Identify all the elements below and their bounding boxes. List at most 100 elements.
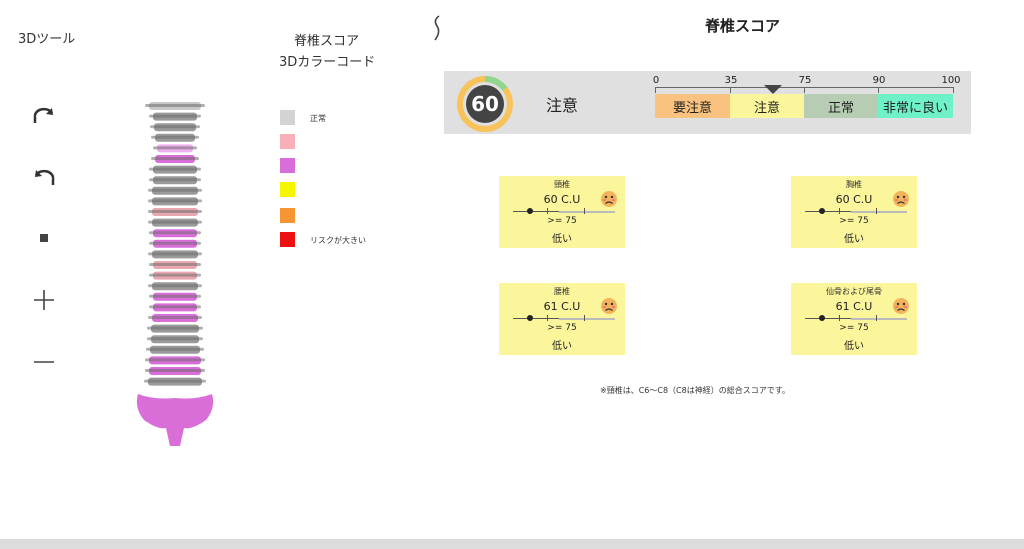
- vertebra-process: [149, 273, 201, 277]
- card-scale-mark: [876, 208, 877, 214]
- vertebra-process: [147, 337, 203, 341]
- swatch-red: [280, 232, 295, 247]
- card-scale-marker: [527, 315, 533, 321]
- swatch-yellow: [280, 182, 295, 197]
- card-scale-marker: [527, 208, 533, 214]
- card-threshold: >= 75: [547, 323, 577, 333]
- vertebra-process: [151, 157, 199, 160]
- card-scale-mark: [584, 208, 585, 214]
- panel-toggle-icon[interactable]: [430, 14, 444, 42]
- scale-mark: [730, 87, 731, 93]
- card-title: 胸椎: [846, 180, 862, 189]
- card-cervical[interactable]: 頸椎 60 C.U >= 75 低い: [499, 176, 625, 248]
- vertebra-process: [150, 125, 200, 129]
- bottom-toolbar: [0, 539, 1024, 549]
- vertebra-process: [148, 316, 202, 319]
- card-threshold: >= 75: [547, 216, 577, 226]
- card-lumbar[interactable]: 腰椎 61 C.U >= 75 低い: [499, 283, 625, 355]
- card-scale-mark: [876, 315, 877, 321]
- rotate-left-button[interactable]: [28, 164, 60, 192]
- card-level: 低い: [552, 234, 572, 245]
- card-scale-marker: [819, 208, 825, 214]
- scale-tick-75: 75: [798, 75, 812, 86]
- scale-tick-35: 35: [724, 75, 738, 86]
- swatch-pink: [280, 134, 295, 149]
- scale-tick-100: 100: [941, 75, 961, 86]
- vertebra-process: [146, 347, 204, 351]
- card-thoracic[interactable]: 胸椎 60 C.U >= 75 低い: [791, 176, 917, 248]
- scale-mark: [878, 87, 879, 93]
- card-level: 低い: [844, 234, 864, 245]
- vertebra-process: [148, 210, 202, 213]
- zoom-in-icon: [34, 290, 54, 310]
- reset-button[interactable]: [28, 224, 60, 252]
- sacrum[interactable]: [136, 394, 214, 446]
- vertebra-process: [145, 358, 205, 362]
- scale-mark: [804, 87, 805, 93]
- score-pointer-icon: [764, 85, 782, 94]
- card-level: 低い: [552, 341, 572, 352]
- vertebra-process: [148, 199, 202, 203]
- segment-very-good: 非常に良い: [878, 94, 953, 118]
- tools-title: 3Dツール: [18, 32, 76, 47]
- sad-face-icon: [601, 191, 617, 207]
- zoom-in-button[interactable]: [28, 286, 60, 314]
- color-code-subtitle: 3Dカラーコード: [279, 55, 376, 70]
- vertebra-process: [149, 241, 201, 245]
- segment-caution-high: 要注意: [655, 94, 730, 118]
- swatch-orange: [280, 208, 295, 223]
- scale-tick-0: 0: [652, 75, 660, 86]
- segment-caution: 注意: [730, 94, 804, 118]
- card-scale-range: [559, 211, 615, 213]
- card-scale-range: [851, 318, 907, 320]
- card-scale-mark: [547, 208, 548, 214]
- swatch-magenta: [280, 158, 295, 173]
- scale-mark: [655, 87, 656, 93]
- card-scale-mark: [839, 315, 840, 321]
- card-threshold: >= 75: [839, 323, 869, 333]
- reset-icon: [40, 234, 48, 242]
- vertebra-process: [147, 326, 203, 330]
- swatch-normal: [280, 110, 295, 125]
- vertebra-process: [148, 188, 202, 192]
- card-scale-mark: [839, 208, 840, 214]
- vertebra-process: [149, 178, 201, 182]
- card-scale-range: [851, 211, 907, 213]
- vertebra-process: [148, 252, 202, 256]
- vertebra-process: [151, 135, 199, 139]
- zoom-out-button[interactable]: [28, 348, 60, 376]
- sad-face-icon: [893, 191, 909, 207]
- card-title: 腰椎: [554, 287, 570, 296]
- card-scale-marker: [819, 315, 825, 321]
- color-code-title: 脊椎スコア: [294, 34, 360, 49]
- card-threshold: >= 75: [839, 216, 869, 226]
- vertebra-process: [149, 167, 201, 171]
- card-level: 低い: [844, 341, 864, 352]
- vertebra-process: [148, 284, 202, 288]
- segment-normal: 正常: [804, 94, 878, 118]
- vertebra-process: [149, 294, 201, 298]
- card-title: 仙骨および尾骨: [826, 287, 882, 296]
- rotate-right-icon: [33, 107, 54, 123]
- swatch-label-high-risk: リスクが大きい: [310, 236, 366, 245]
- rotate-left-icon: [34, 169, 55, 185]
- score-value: 60: [471, 92, 499, 116]
- spine-3d-model[interactable]: [130, 98, 220, 450]
- scale-mark: [953, 87, 954, 93]
- card-sacrum-coccyx[interactable]: 仙骨および尾骨 61 C.U >= 75 低い: [791, 283, 917, 355]
- card-scale-range: [559, 318, 615, 320]
- vertebra-process: [149, 305, 201, 309]
- card-title: 頸椎: [554, 180, 570, 189]
- vertebra-process: [145, 369, 205, 372]
- vertebra-process: [153, 146, 197, 150]
- scale-tick-90: 90: [872, 75, 886, 86]
- card-scale-mark: [584, 315, 585, 321]
- vertebra-process: [145, 104, 205, 107]
- vertebra-process: [144, 379, 206, 383]
- rotate-right-button[interactable]: [28, 102, 60, 130]
- vertebra-process: [149, 114, 201, 118]
- vertebra-process: [149, 263, 201, 266]
- sad-face-icon: [893, 298, 909, 314]
- footnote: ※頸椎は、C6～C8（C8は神経）の総合スコアです。: [600, 386, 790, 395]
- card-scale-mark: [547, 315, 548, 321]
